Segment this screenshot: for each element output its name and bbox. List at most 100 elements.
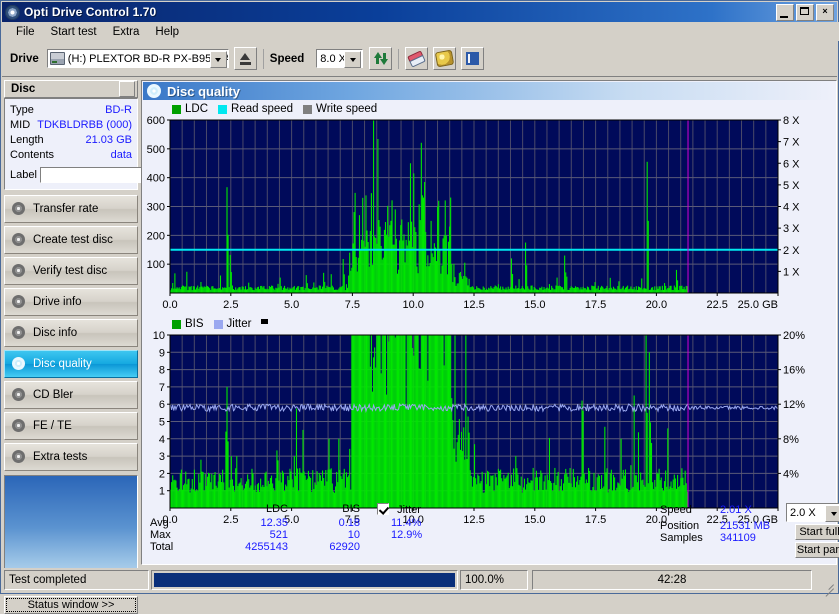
stats-bis-max: 10 bbox=[347, 529, 360, 541]
elapsed-time: 42:28 bbox=[532, 570, 812, 590]
disc-quality-icon bbox=[147, 84, 161, 98]
maximize-button[interactable] bbox=[796, 4, 814, 21]
svg-text:16%: 16% bbox=[783, 365, 805, 377]
status-window-button[interactable]: Status window >> bbox=[4, 596, 138, 614]
jitter-checkbox[interactable] bbox=[377, 503, 389, 515]
refresh-button[interactable] bbox=[369, 47, 393, 70]
speed-label: Speed bbox=[269, 52, 305, 65]
stats-ldc-max: 521 bbox=[269, 529, 288, 541]
svg-text:8: 8 bbox=[159, 365, 165, 377]
test-speed-select[interactable]: 2.0 X bbox=[786, 503, 839, 522]
status-message: Test completed bbox=[4, 570, 149, 590]
menu-file[interactable]: File bbox=[8, 24, 43, 40]
erase-button[interactable] bbox=[405, 47, 429, 70]
svg-text:2 X: 2 X bbox=[783, 245, 800, 257]
stats-right-key-speed: Speed bbox=[660, 504, 692, 516]
sidebar-item-create-test-disc[interactable]: Create test disc bbox=[4, 226, 138, 254]
menu-help[interactable]: Help bbox=[147, 24, 187, 40]
disc-extra-icon bbox=[11, 449, 27, 465]
chevron-down-icon[interactable] bbox=[344, 51, 362, 68]
svg-text:6: 6 bbox=[159, 399, 165, 411]
chevron-down-icon[interactable] bbox=[825, 505, 839, 522]
legend-swatch-read-speed bbox=[218, 104, 228, 114]
disc-verify-icon bbox=[11, 263, 27, 279]
ldc-chart: 100 200 300 400 500 600 1 X 2 X 3 X 4 X 5 X 6 X 7 X 8… bbox=[142, 116, 836, 316]
save-button[interactable] bbox=[461, 47, 485, 70]
chevron-down-icon[interactable] bbox=[209, 51, 227, 68]
sidebar-item-verify-test-disc[interactable]: Verify test disc bbox=[4, 257, 138, 285]
disc-label-key: Label bbox=[10, 168, 37, 181]
status-bar: Test completed 100.0% 42:28 bbox=[2, 568, 837, 592]
stats-right-key-samples: Samples bbox=[660, 532, 703, 544]
stats-right-value-samples: 341109 bbox=[720, 532, 756, 544]
save-icon bbox=[466, 52, 480, 65]
speed-select-value: 8.0 X bbox=[320, 52, 346, 65]
speed-select[interactable]: 8.0 X bbox=[316, 49, 364, 68]
disc-row-key: MID bbox=[10, 119, 31, 131]
resize-grip[interactable] bbox=[821, 576, 835, 590]
eject-button[interactable] bbox=[233, 47, 257, 70]
svg-text:2.5: 2.5 bbox=[223, 299, 238, 311]
legend-label-ldc: LDC bbox=[185, 103, 209, 115]
toolbar: Drive (H:) PLEXTOR BD-R PX-B950SA 1.04 S… bbox=[2, 41, 837, 77]
disc-quality-header: Disc quality bbox=[143, 82, 835, 100]
drive-select-value: (H:) PLEXTOR BD-R PX-B950SA 1.04 bbox=[67, 52, 228, 65]
stats-right-value-speed: 2.01 X bbox=[720, 504, 752, 516]
drive-select[interactable]: (H:) PLEXTOR BD-R PX-B950SA 1.04 bbox=[46, 49, 229, 68]
close-button[interactable]: × bbox=[816, 4, 834, 21]
progress-percent: 100.0% bbox=[460, 570, 528, 590]
window-controls: × bbox=[776, 4, 834, 21]
stats-ldc-total: 4255143 bbox=[245, 541, 288, 553]
menu-start-test[interactable]: Start test bbox=[43, 24, 105, 40]
svg-text:22.5: 22.5 bbox=[706, 299, 727, 311]
disc-row-value: data bbox=[110, 149, 132, 161]
sidebar-item-drive-info[interactable]: Drive info bbox=[4, 288, 138, 316]
eject-icon bbox=[239, 52, 252, 65]
disc-row-type: Type BD-R bbox=[10, 103, 132, 118]
application-window: Opti Drive Control 1.70 × File Start tes… bbox=[0, 0, 839, 614]
sidebar-item-label: Transfer rate bbox=[33, 203, 99, 215]
legend-swatch-write-speed bbox=[303, 104, 313, 114]
menu-extra[interactable]: Extra bbox=[105, 24, 148, 40]
left-panel: Disc Type BD-R MID TDKBLDRBB (000) Lengt… bbox=[4, 80, 241, 614]
svg-text:12%: 12% bbox=[783, 399, 805, 411]
svg-text:25.0 GB: 25.0 GB bbox=[738, 299, 778, 311]
legend-label-write-speed: Write speed bbox=[316, 103, 378, 115]
legend-label-jitter: Jitter bbox=[226, 318, 252, 330]
svg-text:20%: 20% bbox=[783, 331, 805, 342]
sidebar-item-label: CD Bler bbox=[33, 389, 74, 401]
stats-jitter-avg: 11.4% bbox=[391, 517, 422, 529]
progress-bar bbox=[154, 573, 455, 587]
ldc-chart-canvas: 100 200 300 400 500 600 1 X 2 X 3 X 4 X 5 X 6 X 7 X 8… bbox=[147, 116, 801, 311]
svg-text:8 X: 8 X bbox=[783, 116, 800, 127]
disc-fete-icon bbox=[11, 418, 27, 434]
svg-text:9: 9 bbox=[159, 347, 165, 359]
disc-panel-toggle[interactable] bbox=[119, 81, 135, 97]
gold-disc-button[interactable] bbox=[433, 47, 457, 70]
svg-text:600: 600 bbox=[147, 116, 165, 127]
window-title: Opti Drive Control 1.70 bbox=[24, 5, 157, 19]
start-part-button[interactable]: Start part bbox=[795, 542, 839, 558]
sidebar-item-label: Disc info bbox=[33, 327, 78, 339]
stats-right-value-position: 21531 MB bbox=[720, 520, 771, 532]
disc-info-icon bbox=[11, 325, 27, 341]
bis-chart: 1 2 3 4 5 6 7 8 9 10 4% 8% 12% 16% 20% 0.0 2.5 5.0 7.5 10.0… bbox=[142, 331, 836, 531]
sidebar-item-extra-tests[interactable]: Extra tests bbox=[4, 443, 138, 471]
sidebar-item-transfer-rate[interactable]: Transfer rate bbox=[4, 195, 138, 223]
svg-text:4 X: 4 X bbox=[783, 202, 800, 214]
disc-row-key: Length bbox=[10, 134, 44, 146]
refresh-icon bbox=[373, 52, 388, 65]
stats-right-key-position: Position bbox=[660, 520, 700, 532]
disc-row-mid: MID TDKBLDRBB (000) bbox=[10, 118, 132, 133]
sidebar-item-cd-bler[interactable]: CD Bler bbox=[4, 381, 138, 409]
svg-text:10.0: 10.0 bbox=[402, 299, 423, 311]
sidebar-item-disc-info[interactable]: Disc info bbox=[4, 319, 138, 347]
svg-text:5.0: 5.0 bbox=[284, 299, 299, 311]
legend-swatch-jitter bbox=[213, 319, 223, 329]
sidebar-item-fe-te[interactable]: FE / TE bbox=[4, 412, 138, 440]
ldc-chart-legend: LDC Read speed Write speed bbox=[142, 102, 836, 116]
svg-text:2: 2 bbox=[159, 468, 165, 480]
minimize-button[interactable] bbox=[776, 4, 794, 21]
start-full-button[interactable]: Start full bbox=[795, 524, 839, 540]
sidebar-item-disc-quality[interactable]: Disc quality bbox=[4, 350, 138, 378]
